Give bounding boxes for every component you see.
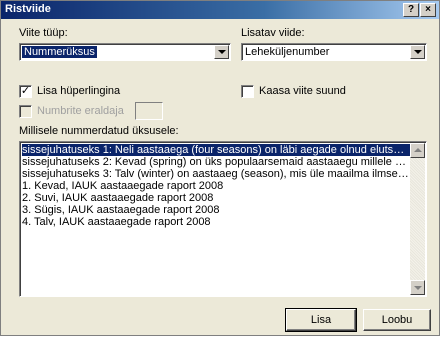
title-bar[interactable]: Ristviide ? × [1,1,439,19]
separate-numbers-label: Numbrite eraldaja [37,105,124,117]
list-item[interactable]: sissejuhatuseks 3: Talv (winter) on aast… [22,168,410,180]
insert-reference-value: Leheküljenumber [245,46,330,58]
list-label: Millisele nummerdatud üksusele: [19,125,179,137]
insert-reference-select[interactable]: Leheküljenumber [241,43,427,61]
list-item[interactable]: 4. Talv, IAUK aastaaegade raport 2008 [22,216,410,228]
list-item[interactable]: sissejuhatuseks 1: Neli aastaaega (four … [22,144,410,156]
cross-reference-dialog: Ristviide ? × Viite tüüp: Nummerüksus Li… [0,0,440,336]
help-button[interactable]: ? [403,3,419,17]
chevron-down-icon[interactable] [214,45,229,59]
list-item[interactable]: 3. Sügis, IAUK aastaaegade raport 2008 [22,204,410,216]
hyperlink-checkbox[interactable]: ✓ [19,85,32,98]
list-item[interactable]: sissejuhatuseks 2: Kevad (spring) on üks… [22,156,410,168]
list-item[interactable]: 2. Suvi, IAUK aastaaegade raport 2008 [22,192,410,204]
hyperlink-label: Lisa hüperlingina [37,85,121,97]
separator-input[interactable] [135,102,163,120]
numbered-items-list[interactable]: sissejuhatuseks 1: Neli aastaaega (four … [19,141,427,297]
scroll-down-button[interactable] [410,280,425,295]
include-direction-label: Kaasa viite suund [259,85,346,97]
reference-type-label: Viite tüüp: [19,27,68,39]
window-title: Ristviide [5,3,51,15]
chevron-down-icon[interactable] [410,45,425,59]
cancel-button[interactable]: Loobu [363,309,431,331]
close-window-button[interactable]: × [420,3,436,17]
reference-type-select[interactable]: Nummerüksus [19,43,231,61]
insert-button[interactable]: Lisa [285,308,357,332]
include-direction-checkbox[interactable] [241,85,254,98]
vertical-scrollbar[interactable] [410,143,425,295]
list-item[interactable]: 1. Kevad, IAUK aastaaegade raport 2008 [22,180,410,192]
insert-reference-label: Lisatav viide: [241,27,305,39]
separate-numbers-checkbox[interactable] [19,105,32,118]
reference-type-value: Nummerüksus [22,46,97,58]
scroll-up-button[interactable] [410,143,425,158]
